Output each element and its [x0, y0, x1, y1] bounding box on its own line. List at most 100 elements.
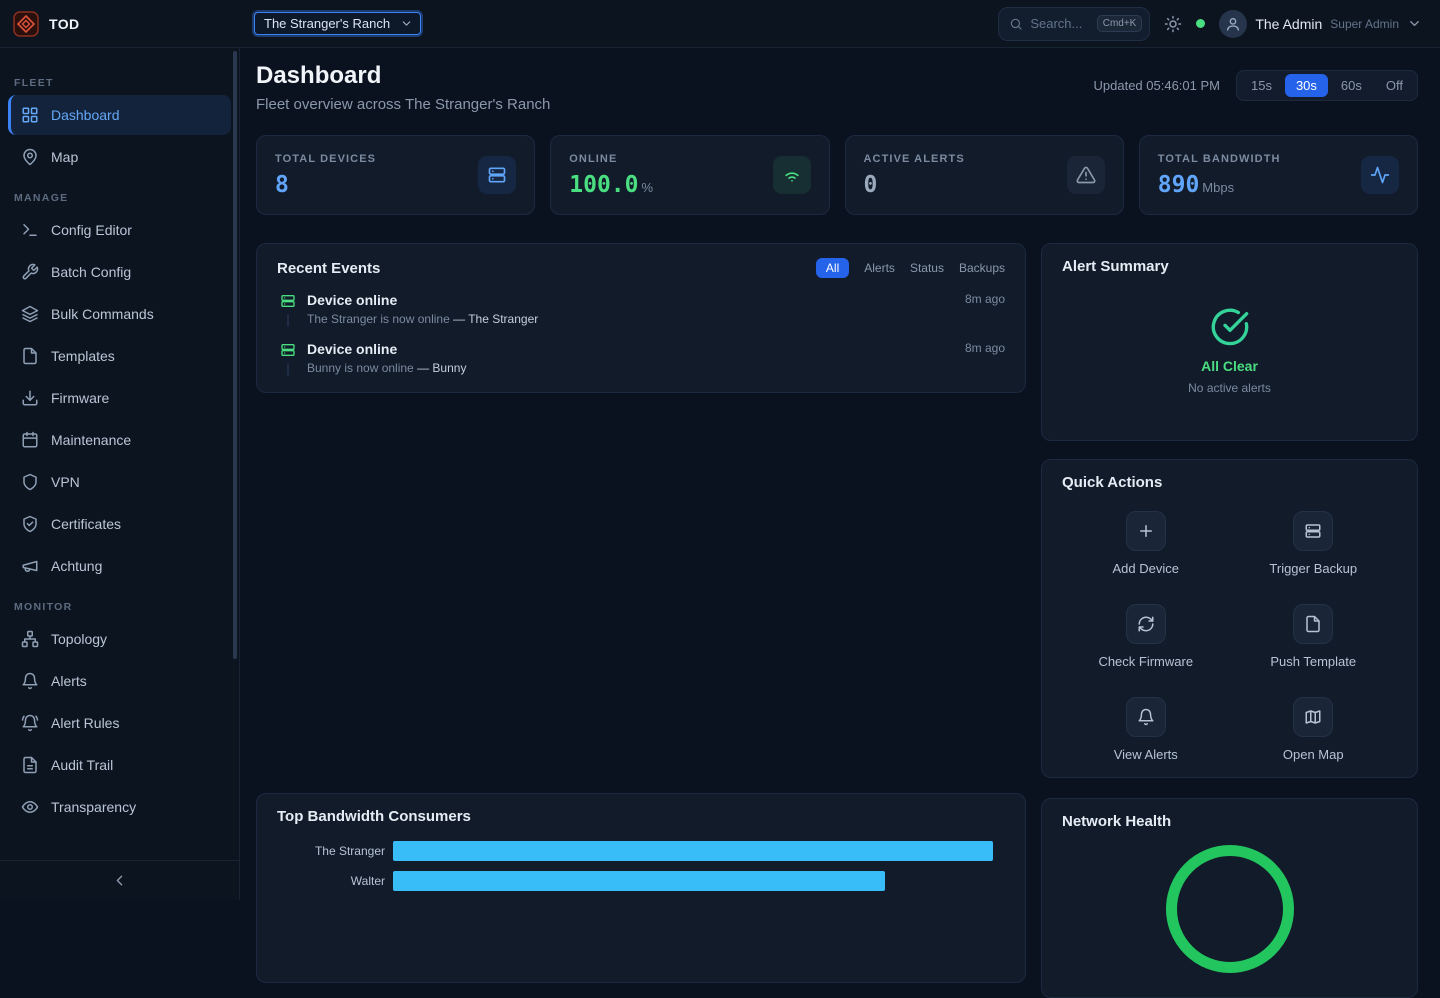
sidebar-item-topology[interactable]: Topology — [8, 619, 231, 659]
user-name: The Admin — [1255, 16, 1322, 32]
plus-icon — [1126, 511, 1166, 551]
panel-title: Alert Summary — [1062, 258, 1169, 275]
sidebar-item-transparency[interactable]: Transparency — [8, 787, 231, 827]
sidebar-item-label: Achtung — [51, 558, 102, 574]
stat-value: 890 — [1158, 172, 1200, 198]
sidebar-item-templates[interactable]: Templates — [8, 336, 231, 376]
file-icon — [1293, 604, 1333, 644]
stat-value: 0 — [864, 172, 878, 198]
main-content: Dashboard Fleet overview across The Stra… — [240, 0, 1440, 998]
user-menu[interactable]: The Admin Super Admin — [1219, 10, 1422, 38]
brand-name: TOD — [49, 16, 80, 32]
bell-icon — [1126, 697, 1166, 737]
sidebar-collapse-button[interactable] — [0, 860, 239, 900]
sidebar-item-label: Batch Config — [51, 264, 131, 280]
chevron-down-icon — [1407, 16, 1422, 31]
sidebar-item-map[interactable]: Map — [8, 137, 231, 177]
filter-alerts[interactable]: Alerts — [864, 261, 895, 275]
search-shortcut-badge: Cmd+K — [1097, 15, 1143, 32]
stat-active-alerts: ACTIVE ALERTS 0 — [845, 135, 1124, 215]
bar-label: Walter — [277, 874, 385, 888]
bandwidth-bar — [393, 871, 885, 891]
sidebar-scrollbar[interactable] — [233, 51, 237, 659]
server-icon — [478, 156, 516, 194]
shield-check-icon — [21, 515, 39, 533]
chevron-down-icon — [400, 17, 413, 30]
event-title: Device online — [307, 292, 957, 309]
bell-ring-icon — [21, 714, 39, 732]
panel-title: Quick Actions — [1062, 474, 1162, 491]
search-input[interactable]: Search... Cmd+K — [998, 7, 1150, 41]
stat-online: ONLINE 100.0% — [550, 135, 829, 215]
stat-value: 8 — [275, 172, 289, 198]
wifi-icon — [773, 156, 811, 194]
topbar: TOD The Stranger's Ranch Search... Cmd+K… — [0, 0, 1440, 48]
open-map-button[interactable]: Open Map — [1230, 697, 1398, 762]
sidebar-item-label: Transparency — [51, 799, 136, 815]
alert-detail: No active alerts — [1188, 381, 1271, 395]
sidebar-item-certificates[interactable]: Certificates — [8, 504, 231, 544]
sidebar-item-achtung[interactable]: Achtung — [8, 546, 231, 586]
refresh-option-60s[interactable]: 60s — [1330, 74, 1373, 97]
map-pin-icon — [21, 148, 39, 166]
sidebar-item-label: Certificates — [51, 516, 121, 532]
sidebar-item-alert-rules[interactable]: Alert Rules — [8, 703, 231, 743]
refresh-icon — [1126, 604, 1166, 644]
sidebar-item-maintenance[interactable]: Maintenance — [8, 420, 231, 460]
site-select[interactable]: The Stranger's Ranch — [254, 12, 421, 35]
push-template-button[interactable]: Push Template — [1230, 604, 1398, 669]
filter-status[interactable]: Status — [910, 261, 944, 275]
wrench-icon — [21, 263, 39, 281]
sidebar-item-batch-config[interactable]: Batch Config — [8, 252, 231, 292]
trigger-backup-button[interactable]: Trigger Backup — [1230, 511, 1398, 576]
search-icon — [1009, 17, 1023, 31]
sidebar-item-label: Alert Rules — [51, 715, 119, 731]
event-detail: The Stranger is now online — The Strange… — [307, 312, 1005, 327]
event-filters: All Alerts Status Backups — [816, 258, 1005, 278]
event-row: Device online 8m ago Bunny is now online… — [277, 341, 1005, 376]
filter-backups[interactable]: Backups — [959, 261, 1005, 275]
view-alerts-button[interactable]: View Alerts — [1062, 697, 1230, 762]
sidebar-item-label: Config Editor — [51, 222, 132, 238]
calendar-icon — [21, 431, 39, 449]
sidebar-item-label: Dashboard — [51, 107, 120, 123]
alert-summary-panel: Alert Summary All Clear No active alerts — [1041, 243, 1418, 441]
sidebar-item-bulk-commands[interactable]: Bulk Commands — [8, 294, 231, 334]
sidebar-item-label: Maintenance — [51, 432, 131, 448]
site-select-value: The Stranger's Ranch — [264, 16, 390, 31]
recent-events-panel: Recent Events All Alerts Status Backups … — [256, 243, 1026, 393]
sidebar-item-label: Bulk Commands — [51, 306, 154, 322]
sidebar-item-dashboard[interactable]: Dashboard — [8, 95, 231, 135]
activity-icon — [1361, 156, 1399, 194]
section-label-monitor: MONITOR — [14, 601, 239, 613]
sidebar-item-firmware[interactable]: Firmware — [8, 378, 231, 418]
refresh-option-15s[interactable]: 15s — [1240, 74, 1283, 97]
sidebar-item-vpn[interactable]: VPN — [8, 462, 231, 502]
check-circle-icon — [1210, 307, 1250, 347]
updated-timestamp: Updated 05:46:01 PM — [1094, 78, 1220, 93]
top-bandwidth-panel: Top Bandwidth Consumers The Stranger Wal… — [256, 793, 1026, 983]
refresh-option-30s[interactable]: 30s — [1285, 74, 1328, 97]
check-firmware-button[interactable]: Check Firmware — [1062, 604, 1230, 669]
sidebar-item-audit-trail[interactable]: Audit Trail — [8, 745, 231, 785]
event-time: 8m ago — [965, 292, 1005, 309]
sidebar-item-label: VPN — [51, 474, 80, 490]
refresh-option-off[interactable]: Off — [1375, 74, 1414, 97]
user-icon — [1225, 16, 1241, 32]
stat-label: TOTAL BANDWIDTH — [1158, 153, 1281, 165]
panel-title: Top Bandwidth Consumers — [277, 808, 471, 825]
avatar — [1219, 10, 1247, 38]
theme-toggle-button[interactable] — [1164, 15, 1182, 33]
download-icon — [21, 389, 39, 407]
dashboard-icon — [21, 106, 39, 124]
network-icon — [21, 630, 39, 648]
map-icon — [1293, 697, 1333, 737]
sidebar-item-config-editor[interactable]: Config Editor — [8, 210, 231, 250]
sidebar-item-label: Templates — [51, 348, 115, 364]
add-device-button[interactable]: Add Device — [1062, 511, 1230, 576]
alert-triangle-icon — [1067, 156, 1105, 194]
eye-icon — [21, 798, 39, 816]
sidebar-item-alerts[interactable]: Alerts — [8, 661, 231, 701]
file-text-icon — [21, 756, 39, 774]
filter-all[interactable]: All — [816, 258, 849, 278]
